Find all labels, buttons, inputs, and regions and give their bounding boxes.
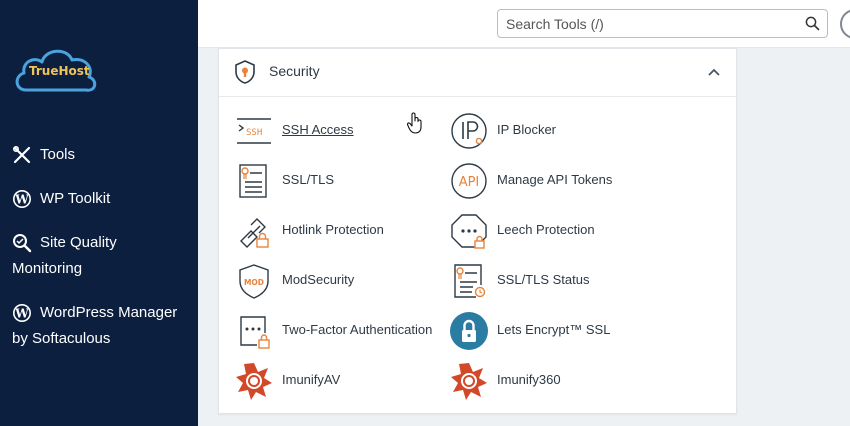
- tool-label: IP Blocker: [497, 122, 557, 137]
- sidebar-item-site-quality[interactable]: Site Quality Monitoring: [12, 230, 192, 282]
- tool-label: SSL/TLS: [282, 172, 335, 187]
- wordpress-icon: W: [12, 189, 32, 209]
- svg-text:W: W: [14, 193, 29, 207]
- tool-ip-blocker[interactable]: IP Blocker: [450, 111, 660, 151]
- certificate-status-icon: [450, 261, 488, 301]
- magnifier-icon: [12, 233, 32, 253]
- tool-imunify360[interactable]: Imunify360: [450, 361, 660, 401]
- svg-text:SSH: SSH: [246, 128, 262, 138]
- hotlink-lock-icon: [235, 211, 273, 251]
- ip-blocker-icon: [450, 111, 488, 151]
- svg-text:MOD: MOD: [244, 278, 264, 287]
- modsecurity-shield-icon: MOD: [235, 261, 273, 301]
- search-input[interactable]: [498, 10, 788, 37]
- tool-leech-protection[interactable]: Leech Protection: [450, 211, 660, 251]
- sidebar-item-label: Tools: [40, 146, 76, 163]
- search-icon[interactable]: [805, 16, 820, 31]
- tool-label: SSH Access: [282, 122, 354, 137]
- certificate-icon: [235, 161, 273, 201]
- security-panel: Security SSH SSH Access SSL/TLS Hotlink …: [218, 48, 737, 414]
- tool-two-factor-authentication[interactable]: Two-Factor Authentication: [235, 311, 445, 351]
- tool-label: Two-Factor Authentication: [282, 322, 433, 337]
- lets-encrypt-icon: [450, 311, 488, 351]
- truehost-logo[interactable]: TrueHost: [12, 42, 98, 96]
- search-box: [497, 9, 828, 38]
- tool-modsecurity[interactable]: MOD ModSecurity: [235, 261, 445, 301]
- top-bar: [198, 0, 850, 48]
- tool-label: Manage API Tokens: [497, 172, 613, 187]
- imunify360-icon: [450, 361, 488, 401]
- logo-text: TrueHost: [29, 64, 90, 78]
- svg-text:W: W: [14, 307, 29, 321]
- tool-label: ModSecurity: [282, 272, 355, 287]
- leech-protection-icon: [450, 211, 488, 251]
- sidebar-item-label-line2: by Softaculous: [12, 330, 111, 347]
- tool-ssl-tls-status[interactable]: SSL/TLS Status: [450, 261, 660, 301]
- api-icon: API: [450, 161, 488, 201]
- tool-lets-encrypt-ssl[interactable]: Lets Encrypt™ SSL: [450, 311, 660, 351]
- sidebar-item-wp-toolkit[interactable]: W WP Toolkit: [12, 186, 192, 212]
- tool-label: ImunifyAV: [282, 372, 341, 387]
- tool-label: Hotlink Protection: [282, 222, 384, 237]
- tool-ssl-tls[interactable]: SSL/TLS: [235, 161, 445, 201]
- sidebar-item-label-line2: Monitoring: [12, 260, 83, 277]
- two-factor-icon: [235, 311, 273, 351]
- wordpress-icon: W: [12, 303, 32, 323]
- tool-imunifyav[interactable]: ImunifyAV: [235, 361, 445, 401]
- security-panel-header[interactable]: Security: [219, 49, 736, 97]
- sidebar-item-wordpress-manager[interactable]: W WordPress Manager by Softaculous: [12, 300, 192, 352]
- chevron-up-icon[interactable]: [707, 65, 721, 79]
- sidebar-item-label: WordPress Manager: [40, 304, 178, 321]
- tool-label: Imunify360: [497, 372, 561, 387]
- sidebar-item-tools[interactable]: Tools: [12, 142, 192, 168]
- sidebar-item-label: Site Quality: [40, 234, 117, 251]
- tools-icon: [12, 145, 32, 165]
- sidebar-item-label: WP Toolkit: [40, 190, 111, 207]
- user-menu-button[interactable]: [840, 9, 850, 39]
- panel-title: Security: [269, 63, 320, 79]
- tool-label: SSL/TLS Status: [497, 272, 590, 287]
- security-shield-icon: [235, 60, 255, 84]
- ssh-icon: SSH: [235, 111, 273, 151]
- tool-hotlink-protection[interactable]: Hotlink Protection: [235, 211, 445, 251]
- sidebar-nav: Tools W WP Toolkit Site Quality Monitori…: [12, 142, 192, 370]
- svg-text:API: API: [459, 175, 480, 190]
- imunify-icon: [235, 361, 273, 401]
- hand-cursor-icon: [406, 112, 422, 134]
- tool-label: Leech Protection: [497, 222, 595, 237]
- sidebar: TrueHost Tools W WP Toolkit Site Quality…: [0, 0, 198, 426]
- tool-label: Lets Encrypt™ SSL: [497, 322, 611, 337]
- tool-manage-api-tokens[interactable]: API Manage API Tokens: [450, 161, 660, 201]
